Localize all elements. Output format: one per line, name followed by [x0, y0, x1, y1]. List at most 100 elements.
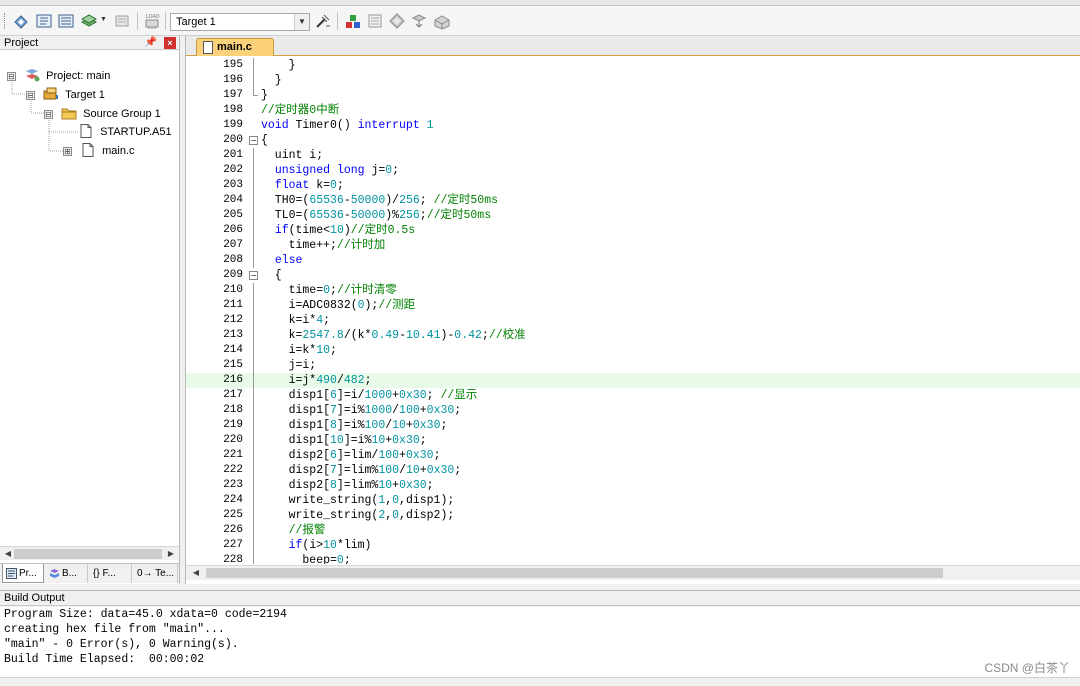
- scroll-thumb[interactable]: [14, 549, 162, 559]
- code-line[interactable]: 224 write_string(1,0,disp1);: [186, 493, 1080, 508]
- pack-installer-icon[interactable]: [410, 12, 428, 30]
- code-text: disp2[8]=lim%10+0x30;: [261, 478, 434, 493]
- code-token: //显示: [440, 389, 478, 402]
- code-line[interactable]: 212 k=i*4;: [186, 313, 1080, 328]
- close-icon[interactable]: ×: [164, 37, 176, 49]
- download-icon[interactable]: LOAD: [143, 12, 161, 30]
- batch-dropdown-icon[interactable]: ▼: [100, 16, 107, 23]
- code-token: 10: [378, 479, 393, 492]
- code-token: 50000: [350, 209, 386, 222]
- fold-toggle-icon[interactable]: −: [249, 271, 258, 280]
- code-token: //定时50ms: [426, 209, 492, 222]
- code-token: ;: [343, 554, 351, 564]
- code-line[interactable]: 216 i=j*490/482;: [186, 373, 1080, 388]
- fold-guide: [253, 478, 254, 493]
- project-panel-tabs: Pr... B... {} F... 0→ Te...: [0, 563, 179, 583]
- code-line[interactable]: 195 }: [186, 58, 1080, 73]
- tab-books[interactable]: B...: [46, 564, 88, 583]
- scroll-right-icon[interactable]: ▶: [165, 548, 177, 560]
- code-token: //定时0.5s: [350, 224, 416, 237]
- tab-project[interactable]: Pr...: [2, 564, 44, 583]
- fold-guide: [253, 538, 254, 553]
- code-line[interactable]: 227 if(i>10*lim): [186, 538, 1080, 553]
- code-line[interactable]: 205 TL0=(65536-50000)%256;//定时50ms: [186, 208, 1080, 223]
- tab-templates[interactable]: 0→ Te...: [134, 564, 178, 583]
- code-line[interactable]: 214 i=k*10;: [186, 343, 1080, 358]
- code-line[interactable]: 228 beep=0;: [186, 553, 1080, 564]
- build-icon[interactable]: [35, 12, 53, 30]
- batch-build-icon[interactable]: [80, 12, 98, 30]
- tab-label: main.c: [217, 41, 252, 53]
- project-horizontal-scrollbar[interactable]: ◀ ▶: [0, 546, 179, 560]
- code-line[interactable]: 200−{: [186, 133, 1080, 148]
- code-token: ,disp1);: [399, 494, 455, 507]
- code-text-area[interactable]: 195 } 196 } 197} 198//定时器0中断 199 void Timer0(…: [186, 57, 1080, 564]
- code-line[interactable]: 209− {: [186, 268, 1080, 283]
- build-output-line: creating hex file from "main"...: [4, 623, 225, 636]
- code-line[interactable]: 217 disp1[6]=i/1000+0x30; //显示: [186, 388, 1080, 403]
- code-text: beep=0;: [261, 553, 351, 564]
- file-extensions-icon[interactable]: [366, 12, 384, 30]
- code-text: else: [261, 253, 303, 268]
- tab-functions[interactable]: {} F...: [90, 564, 132, 583]
- code-token: +: [419, 464, 427, 477]
- code-line[interactable]: 204 TH0=(65536-50000)/256; //定时50ms: [186, 193, 1080, 208]
- target-options-icon[interactable]: [314, 12, 332, 30]
- code-line[interactable]: 196 }: [186, 73, 1080, 88]
- editor-horizontal-scrollbar[interactable]: ◀: [186, 565, 1080, 580]
- code-line[interactable]: 218 disp1[7]=i%1000/100+0x30;: [186, 403, 1080, 418]
- code-line[interactable]: 220 disp1[10]=i%10+0x30;: [186, 433, 1080, 448]
- code-token: 0x30: [426, 464, 455, 477]
- code-line[interactable]: 223 disp2[8]=lim%10+0x30;: [186, 478, 1080, 493]
- code-line[interactable]: 201 uint i;: [186, 148, 1080, 163]
- code-line[interactable]: 198 //定时器0中断: [186, 103, 1080, 118]
- code-line[interactable]: 219 disp1[8]=i%100/10+0x30;: [186, 418, 1080, 433]
- code-token: //测距: [378, 299, 416, 312]
- select-pack-icon[interactable]: [388, 12, 406, 30]
- code-token: 490: [316, 374, 337, 387]
- code-line[interactable]: 208 else: [186, 253, 1080, 268]
- code-line[interactable]: 203 float k=0;: [186, 178, 1080, 193]
- code-line[interactable]: 221 disp2[6]=lim/100+0x30;: [186, 448, 1080, 463]
- code-line[interactable]: 206 if(time<10)//定时0.5s: [186, 223, 1080, 238]
- rebuild-icon[interactable]: [57, 12, 75, 30]
- code-token: Timer0(): [288, 119, 358, 132]
- code-token: j=: [364, 164, 386, 177]
- fold-toggle-icon[interactable]: −: [249, 136, 258, 145]
- tab-main-c[interactable]: main.c: [196, 38, 274, 56]
- code-editor: main.c 195 } 196 } 197} 198//定时器0中断 199 void …: [185, 36, 1080, 584]
- code-line[interactable]: 213 k=2547.8/(k*0.49-10.41)-0.42;//校准: [186, 328, 1080, 343]
- code-token: 0: [392, 509, 400, 522]
- code-line[interactable]: 202 unsigned long j=0;: [186, 163, 1080, 178]
- scroll-left-icon[interactable]: ◀: [2, 548, 14, 560]
- software-packs-icon[interactable]: [433, 12, 451, 30]
- code-line[interactable]: 199 void Timer0() interrupt 1: [186, 118, 1080, 133]
- scroll-left-icon[interactable]: ◀: [190, 567, 202, 579]
- code-line[interactable]: 197}: [186, 88, 1080, 103]
- code-token: /: [392, 404, 400, 417]
- pin-icon[interactable]: 📌: [145, 36, 157, 50]
- toolbar-separator: [137, 12, 138, 30]
- code-line[interactable]: 210 time=0;//计时清零: [186, 283, 1080, 298]
- build-output-log[interactable]: Program Size: data=45.0 xdata=0 code=219…: [0, 607, 1080, 677]
- line-number: 211: [223, 299, 243, 311]
- code-token: if: [274, 224, 289, 237]
- code-line[interactable]: 207 time++;//计时加: [186, 238, 1080, 253]
- tab-label: 0→ Te...: [137, 568, 175, 579]
- scroll-thumb[interactable]: [206, 568, 943, 578]
- code-token: 50000: [350, 194, 386, 207]
- chevron-down-icon[interactable]: ▼: [294, 14, 309, 30]
- translate-icon[interactable]: [12, 12, 30, 30]
- target-select[interactable]: Target 1 ▼: [170, 13, 310, 31]
- build-output-scrollbar[interactable]: [0, 677, 1080, 686]
- code-line[interactable]: 222 disp2[7]=lim%100/10+0x30;: [186, 463, 1080, 478]
- code-line[interactable]: 215 j=i;: [186, 358, 1080, 373]
- toolbar-grip[interactable]: [4, 13, 7, 29]
- code-line[interactable]: 211 i=ADC0832(0);//测距: [186, 298, 1080, 313]
- fold-guide: [253, 358, 254, 373]
- stop-build-icon[interactable]: [113, 12, 131, 30]
- manage-components-icon[interactable]: [344, 12, 362, 30]
- code-line[interactable]: 225 write_string(2,0,disp2);: [186, 508, 1080, 523]
- code-line[interactable]: 226 //报警: [186, 523, 1080, 538]
